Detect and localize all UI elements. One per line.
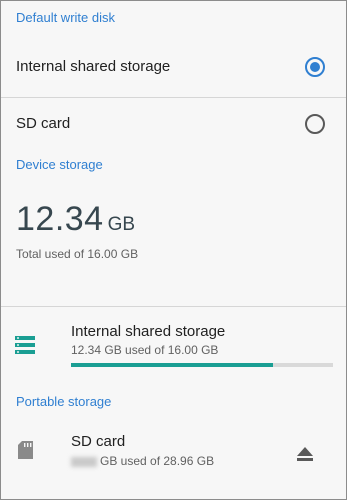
portable-storage-header: Portable storage — [16, 394, 112, 409]
used-unit: GB — [107, 214, 136, 235]
sd-card-item[interactable]: SD card GB used of 28.96 GB — [1, 419, 346, 487]
storage-list-icon — [15, 336, 35, 359]
internal-storage-item[interactable]: Internal shared storage 12.34 GB used of… — [1, 307, 346, 379]
settings-screen: Default write disk Internal shared stora… — [0, 0, 347, 500]
device-storage-header: Device storage — [16, 157, 103, 172]
option-internal-shared-storage[interactable]: Internal shared storage — [1, 35, 346, 97]
sd-card-usage-text: GB used of 28.96 GB — [100, 454, 215, 468]
sd-card-usage: GB used of 28.96 GB — [71, 454, 214, 468]
storage-progress-fill — [71, 363, 273, 367]
radio-selected-icon[interactable] — [305, 57, 325, 77]
redacted-value — [71, 456, 97, 467]
sd-card-icon — [18, 441, 33, 464]
device-storage-summary: 12.34 GB Total used of 16.00 GB — [1, 182, 346, 306]
option-label: Internal shared storage — [16, 57, 171, 75]
option-label: SD card — [16, 114, 71, 132]
internal-storage-usage: 12.34 GB used of 16.00 GB — [71, 343, 219, 357]
used-value: 12.34 — [16, 200, 104, 238]
sd-card-title: SD card — [71, 433, 126, 450]
internal-storage-title: Internal shared storage — [71, 323, 226, 340]
storage-progress-bar — [71, 363, 333, 367]
total-used-label: Total used of 16.00 GB — [16, 247, 139, 261]
default-write-disk-header: Default write disk — [16, 10, 115, 25]
radio-unselected-icon[interactable] — [305, 114, 325, 134]
eject-icon[interactable] — [297, 447, 313, 466]
option-sd-card[interactable]: SD card — [1, 98, 346, 148]
